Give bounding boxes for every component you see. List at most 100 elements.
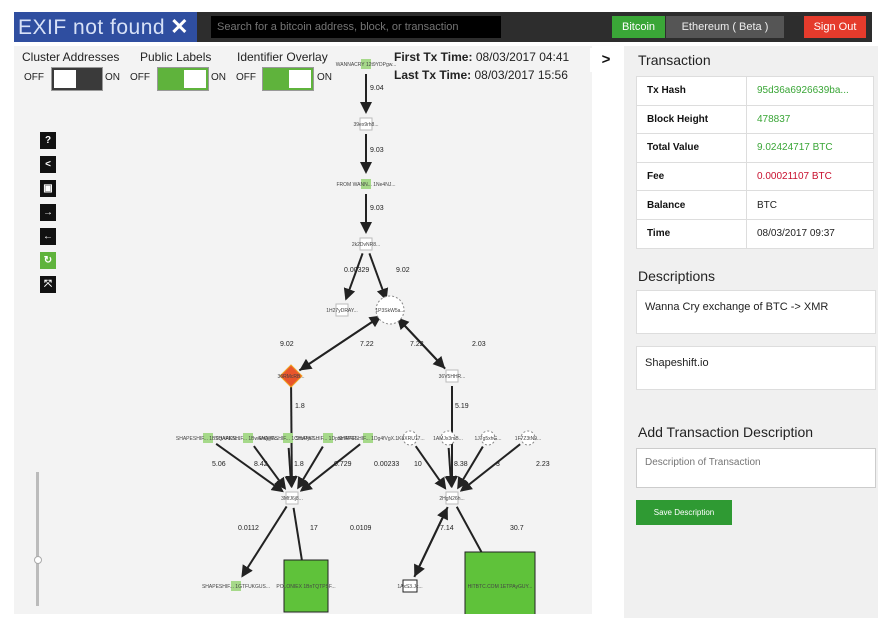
row-key: Time (636, 218, 747, 249)
edge-label: 8.42 (254, 461, 268, 468)
back-icon[interactable]: ← (40, 228, 56, 245)
edge-label: 9.03 (370, 147, 384, 154)
row-key: Total Value (636, 133, 747, 163)
graph-node[interactable]: 1F7Z3tN9... (515, 430, 541, 446)
edge-label: 5.06 (212, 461, 226, 468)
transaction-graph[interactable]: WANNACRY 12t9YDPgw... 39ex9rh8... FROM WAN… (14, 46, 592, 614)
public-on-text: ON (211, 72, 226, 83)
edge-label: 5.19 (455, 403, 469, 410)
edge-label: 0.00329 (344, 267, 369, 274)
graph-canvas[interactable]: WANNACRY 12t9YDPgw... 39ex9rh8... FROM WAN… (14, 46, 592, 614)
edge-label: 7.14 (440, 525, 454, 532)
graph-edge[interactable] (444, 447, 457, 489)
node-label: 1H27yDRAY... (326, 308, 358, 314)
overlay-on-text: ON (317, 72, 332, 83)
public-labels-toggle[interactable] (157, 67, 209, 91)
save-icon[interactable]: ▣ (40, 180, 56, 197)
description-item: Wanna Cry exchange of BTC -> XMR (636, 290, 876, 334)
save-description-button[interactable]: Save Description (636, 500, 732, 525)
identifier-overlay-toggle[interactable] (262, 67, 314, 91)
graph-node[interactable]: SHAPESHIF... 1Dg4fVgX... (338, 433, 398, 443)
public-labels-label: Public Labels (140, 50, 212, 64)
graph-node[interactable]: 36V5HHR... (439, 369, 466, 383)
row-key: Tx Hash (636, 76, 747, 106)
cluster-addresses-label: Cluster Addresses (22, 50, 120, 64)
graph-node[interactable]: 1K8XRU17... (395, 430, 425, 446)
graph-node[interactable]: 2k2DvNR8... (352, 237, 380, 251)
first-tx-time: First Tx Time: 08/03/2017 04:41 (394, 50, 570, 64)
graph-edge[interactable] (368, 253, 389, 301)
row-value[interactable]: 478837 (746, 104, 874, 135)
zoom-slider-track[interactable] (36, 472, 39, 606)
ethereum-tab[interactable]: Ethereum ( Beta ) (666, 16, 784, 38)
reset-icon[interactable]: ↻ (40, 252, 56, 269)
node-label: 1F7Z3tN9... (515, 436, 541, 442)
edge-label: 2.03 (472, 341, 486, 348)
last-tx-time: Last Tx Time: 08/03/2017 15:56 (394, 68, 568, 82)
collapse-panel-button[interactable]: > (590, 48, 622, 72)
row-value: BTC (746, 190, 874, 220)
node-label: 2HgN26h... (439, 496, 464, 502)
cluster-addresses-toggle[interactable] (51, 67, 103, 91)
close-icon[interactable]: ✕ (170, 12, 189, 42)
public-off-text: OFF (130, 72, 150, 83)
graph-node[interactable]: WANNACRY 12t9YDPgw... (336, 59, 397, 69)
graph-node[interactable]: 3MfJ6j8... (281, 491, 303, 505)
graph-edge[interactable] (413, 507, 448, 578)
graph-edge[interactable] (215, 442, 284, 493)
search-input[interactable] (211, 16, 501, 38)
graph-node[interactable]: 2HgN26h... (439, 491, 465, 505)
cluster-on-text: ON (105, 72, 120, 83)
app-logo[interactable]: EXIF not found ✕ (14, 12, 197, 42)
graph-edge[interactable] (241, 505, 288, 578)
toggle-knob (289, 70, 311, 88)
row-value[interactable]: 95d36a6926639ba... (746, 76, 874, 106)
node-label: 1K8XRU17... (395, 436, 424, 442)
graph-node[interactable]: HITBTC.COM 1ETPAyGUY... (464, 551, 536, 614)
node-label: WANNACRY 12t9YDPgw... (336, 62, 397, 68)
logo-text: EXIF not found (18, 16, 166, 39)
edge-label: 9.02 (280, 341, 294, 348)
bitcoin-tab[interactable]: Bitcoin (612, 16, 665, 38)
node-label: 1J7g5xhG... (475, 436, 502, 442)
forward-icon[interactable]: → (40, 204, 56, 221)
row-key: Block Height (636, 104, 747, 135)
toggle-knob (54, 70, 76, 88)
graph-node[interactable]: 1AxS3.Jc... (397, 579, 423, 593)
node-label: 36RMcRB... (278, 374, 305, 380)
edge-label: 7.22 (410, 341, 424, 348)
share-icon[interactable]: < (40, 156, 56, 173)
table-row: Time 08/03/2017 09:37 (636, 218, 874, 249)
graph-node[interactable]: 1AMJx3mB... (433, 430, 463, 446)
identifier-overlay-label: Identifier Overlay (237, 50, 328, 64)
edge-label: 7.22 (360, 341, 374, 348)
node-label: 1AxS3.Jc... (397, 584, 422, 590)
sign-out-button[interactable]: Sign Out (804, 16, 866, 38)
node-label: POLONIEX 1BnTQTPSF... (276, 584, 335, 590)
node-label: 1AMJx3mB... (433, 436, 463, 442)
edge-label: 2.23 (536, 461, 550, 468)
node-label: FROM WANN... 1Ne4NJ... (337, 182, 396, 188)
graph-node[interactable]: SHAPESHIF... 1GTFUKGUS... (202, 581, 270, 591)
node-label: 1P3SkW5a... (375, 308, 404, 314)
toggle-knob (184, 70, 206, 88)
description-input[interactable] (636, 448, 876, 488)
graph-node[interactable]: FROM WANN... 1Ne4NJ... (337, 179, 396, 189)
edge-label: 8.38 (454, 461, 468, 468)
edge-label: 0.729 (334, 461, 352, 468)
add-description-heading: Add Transaction Description (638, 424, 814, 440)
overlay-off-text: OFF (236, 72, 256, 83)
edge-label: 1.8 (295, 403, 305, 410)
node-label: HITBTC.COM 1ETPAyGUY... (468, 584, 533, 590)
graph-edge[interactable] (343, 253, 364, 301)
table-row: Block Height 478837 (636, 104, 874, 135)
graph-node[interactable]: 39ex9rh8... (353, 117, 379, 131)
graph-node[interactable]: 1H27yDRAY... (326, 303, 358, 317)
graph-node[interactable]: 1J7g5xhG... (475, 430, 502, 446)
node-label: 2k2DvNR8... (352, 242, 380, 248)
fullscreen-icon[interactable]: ⤧ (40, 276, 56, 293)
help-icon[interactable]: ? (40, 132, 56, 149)
zoom-slider-handle[interactable] (34, 556, 42, 564)
graph-node[interactable]: 36RMcRB... (278, 364, 305, 388)
graph-node[interactable]: POLONIEX 1BnTQTPSF... (276, 559, 336, 613)
